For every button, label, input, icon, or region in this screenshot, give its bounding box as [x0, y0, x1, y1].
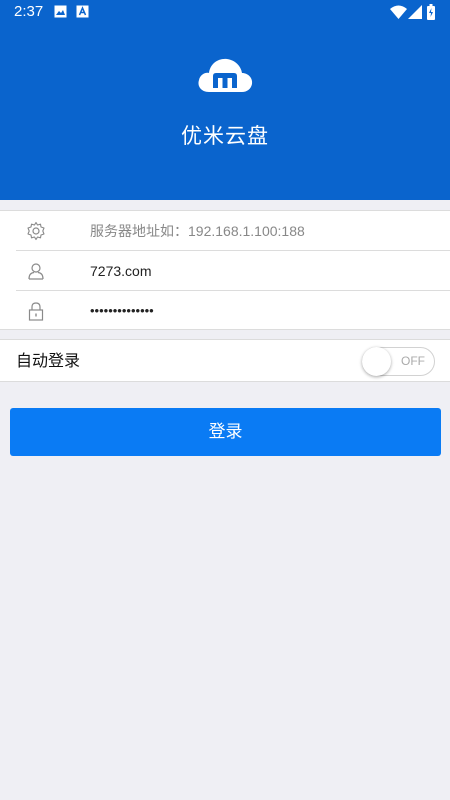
- signal-icon: [408, 5, 422, 23]
- toggle-knob: [362, 347, 391, 376]
- auto-login-toggle[interactable]: OFF: [362, 347, 435, 376]
- username-input[interactable]: 7273.com: [90, 251, 430, 291]
- status-time: 2:37: [14, 3, 44, 20]
- login-form: 服务器地址如：192.168.1.100:188 7273.com ••••••…: [0, 210, 450, 330]
- image-notification-icon: [54, 5, 67, 22]
- header: 2:37 优米云盘: [0, 0, 450, 200]
- app-title: 优米云盘: [181, 124, 269, 148]
- username-row: 7273.com: [0, 251, 450, 291]
- login-button[interactable]: 登录: [10, 408, 441, 456]
- app-notification-icon: [76, 5, 89, 22]
- wifi-icon: [390, 5, 407, 23]
- password-input[interactable]: ••••••••••••••: [90, 291, 430, 331]
- password-row: ••••••••••••••: [0, 291, 450, 331]
- user-icon: [26, 261, 46, 281]
- cloud-logo-icon: [196, 54, 254, 98]
- auto-login-row: 自动登录 OFF: [0, 339, 450, 382]
- lock-icon: [26, 301, 46, 321]
- server-address-input[interactable]: 服务器地址如：192.168.1.100:188: [90, 211, 430, 251]
- battery-icon: [427, 4, 435, 24]
- auto-login-label: 自动登录: [16, 351, 81, 370]
- gear-icon: [26, 221, 46, 241]
- status-bar: 2:37: [0, 0, 450, 24]
- server-row: 服务器地址如：192.168.1.100:188: [0, 211, 450, 251]
- toggle-state-label: OFF: [401, 354, 425, 368]
